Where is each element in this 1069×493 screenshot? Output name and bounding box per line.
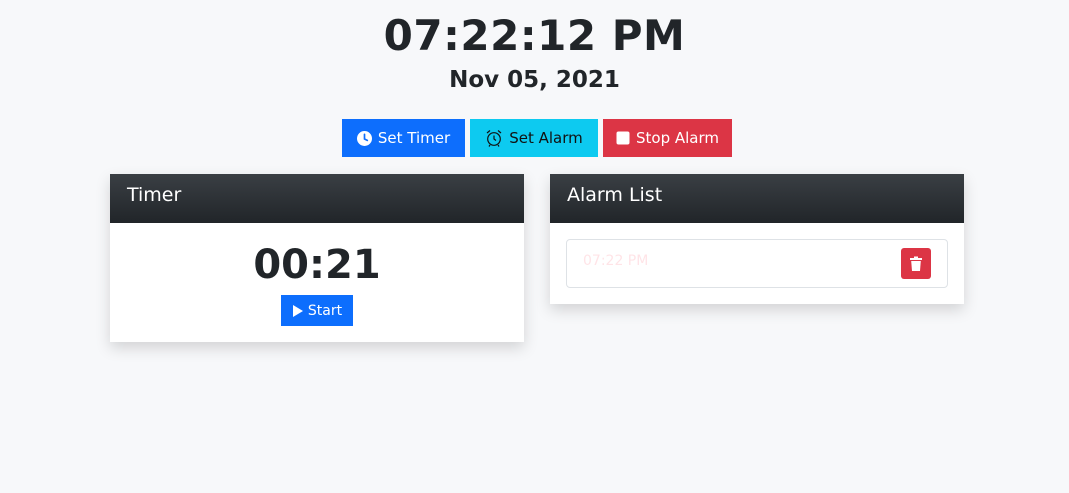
delete-alarm-button[interactable]: [901, 248, 931, 279]
timer-card: Timer 00:21 Start: [110, 174, 524, 342]
alarm-list-card: Alarm List 07:22 PM: [550, 174, 964, 304]
alarm-time: 07:22 PM: [583, 253, 649, 269]
stop-icon: [616, 131, 630, 145]
timer-card-title: Timer: [110, 174, 524, 223]
set-timer-button[interactable]: Set Timer: [342, 119, 465, 157]
alarm-clock-icon: [485, 129, 503, 147]
play-icon: [292, 304, 304, 318]
clock-icon: [356, 130, 372, 146]
alarm-list-item: 07:22 PM: [566, 239, 948, 288]
timer-display: 00:21: [253, 242, 381, 288]
current-time: 07:22:12 PM: [383, 11, 686, 60]
start-label: Start: [307, 302, 343, 319]
set-alarm-button[interactable]: Set Alarm: [470, 119, 598, 157]
set-timer-label: Set Timer: [377, 129, 451, 147]
toolbar: Set Timer Set Alarm Stop Alarm: [342, 119, 732, 157]
start-button[interactable]: Start: [281, 295, 353, 326]
stop-alarm-button[interactable]: Stop Alarm: [603, 119, 732, 157]
current-date: Nov 05, 2021: [449, 67, 620, 93]
stop-alarm-label: Stop Alarm: [635, 129, 719, 147]
set-alarm-label: Set Alarm: [509, 129, 583, 147]
trash-icon: [909, 256, 923, 272]
alarm-list-title: Alarm List: [550, 174, 964, 223]
